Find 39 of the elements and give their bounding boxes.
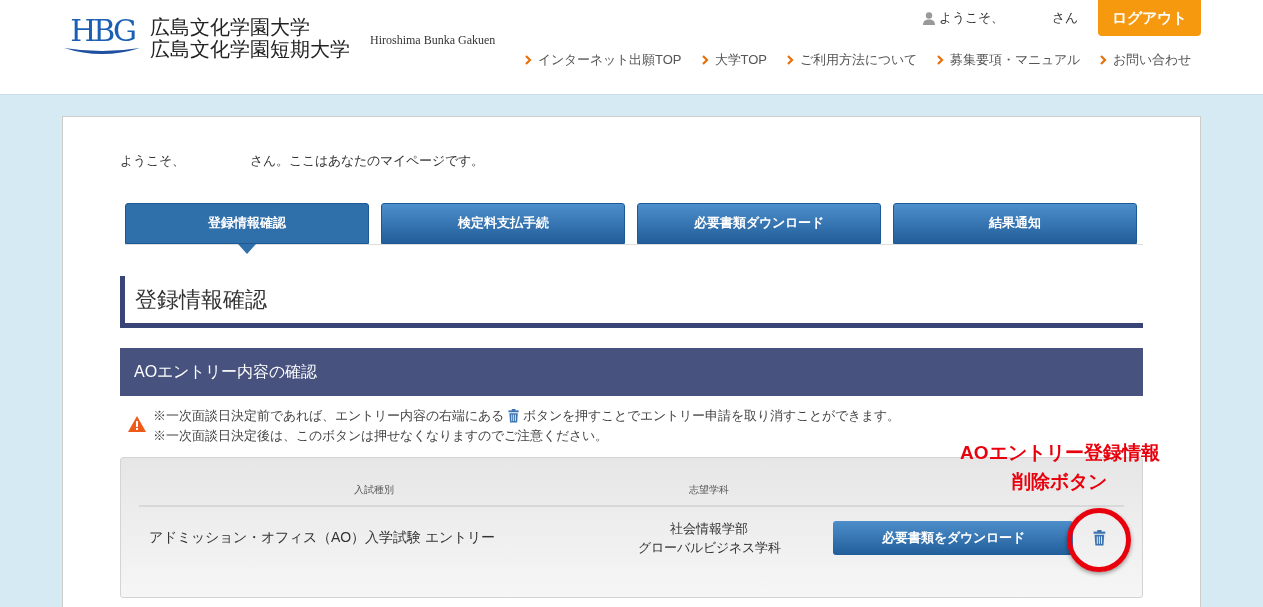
annotation-text: AOエントリー登録情報 bbox=[960, 441, 1160, 465]
trash-icon bbox=[1093, 529, 1106, 546]
page-title: 登録情報確認 bbox=[120, 275, 1143, 328]
university-name: 広島文化学園短期大学 bbox=[150, 38, 350, 60]
annotation-text: 削除ボタン bbox=[1012, 470, 1108, 494]
download-button[interactable]: 必要書類をダウンロード bbox=[833, 520, 1073, 555]
chevron-icon bbox=[1100, 54, 1107, 65]
welcome-text: ようこそ、 bbox=[939, 9, 1004, 28]
table-cell-text: グローバルビジネス学科 bbox=[637, 538, 781, 557]
tab[interactable]: 検定料支払手続 bbox=[381, 202, 625, 244]
notice-text: ※一次面談日決定前であれば、エントリー内容の右端にある bbox=[153, 406, 504, 425]
notice-text: ボタンを押すことでエントリー申請を取り消すことができます。 bbox=[523, 406, 901, 425]
nav-link[interactable]: ご利用方法について bbox=[787, 50, 917, 70]
column-header: 入試種別 bbox=[353, 482, 395, 497]
warning-icon bbox=[128, 415, 146, 432]
column-header: 志望学科 bbox=[688, 482, 730, 497]
table-cell-text: アドミッション・オフィス（AO）入学試験 エントリー bbox=[148, 528, 497, 547]
nav-link[interactable]: 大学TOP bbox=[701, 50, 767, 70]
romaji-name: Hiroshima Bunka Gakuen bbox=[370, 32, 496, 49]
nav-link[interactable]: 募集要項・マニュアル bbox=[937, 50, 1080, 70]
greeting-text: ようこそ、 さん。ここはあなたのマイページです。 bbox=[120, 152, 485, 170]
user-icon bbox=[923, 11, 935, 25]
tab[interactable]: 登録情報確認 bbox=[125, 202, 369, 244]
table-cell-text: 社会情報学部 bbox=[670, 519, 748, 538]
chevron-icon bbox=[525, 54, 532, 65]
tab-pointer bbox=[238, 243, 256, 254]
notice-text: ※一次面談日決定後は、このボタンは押せなくなりますのでご注意ください。 bbox=[153, 426, 609, 445]
honorific-text: さん bbox=[1052, 9, 1078, 28]
nav-link[interactable]: インターネット出願TOP bbox=[525, 50, 682, 70]
section-header: AOエントリー内容の確認 bbox=[120, 347, 1143, 396]
trash-icon bbox=[508, 408, 520, 423]
tab[interactable]: 結果通知 bbox=[893, 202, 1137, 244]
chevron-icon bbox=[701, 54, 709, 65]
chevron-icon bbox=[787, 54, 794, 65]
chevron-icon bbox=[937, 54, 944, 65]
logo: HBG bbox=[62, 16, 142, 56]
nav-link[interactable]: お問い合わせ bbox=[1100, 50, 1191, 70]
university-name: 広島文化学園大学 bbox=[150, 16, 311, 38]
tab[interactable]: 必要書類ダウンロード bbox=[637, 202, 881, 244]
